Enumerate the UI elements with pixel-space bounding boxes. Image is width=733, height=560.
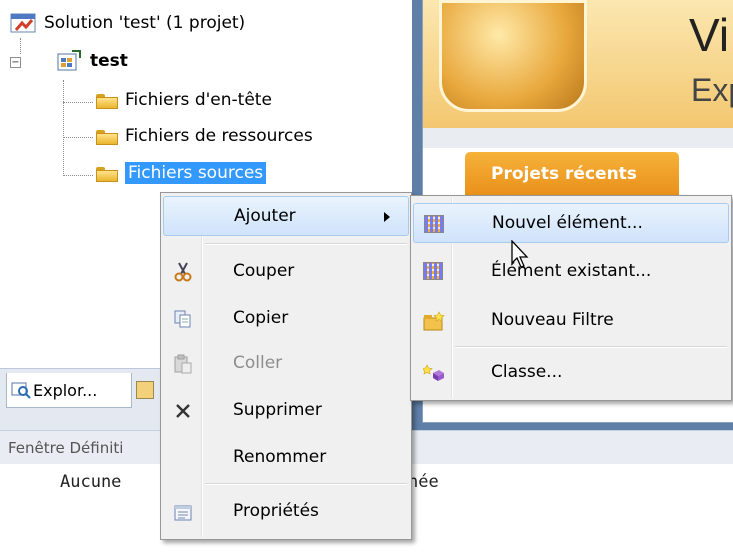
project-label: test bbox=[90, 51, 128, 71]
collapse-toggle[interactable]: − bbox=[10, 57, 21, 68]
submenu-arrow-icon bbox=[384, 212, 390, 222]
menu-item-label: Classe... bbox=[491, 362, 563, 382]
menu-item-cut[interactable]: Couper bbox=[163, 251, 409, 291]
menu-item-delete[interactable]: Supprimer bbox=[163, 390, 409, 430]
tab-solution-explorer[interactable]: Explor... bbox=[6, 373, 132, 408]
tree-solution-node[interactable]: Solution 'test' (1 projet) bbox=[10, 12, 245, 34]
copy-icon bbox=[173, 309, 193, 328]
tree-line bbox=[63, 80, 64, 176]
menu-item-label: Nouveau Filtre bbox=[491, 310, 614, 330]
visual-studio-logo bbox=[439, 0, 587, 112]
menu-item-add[interactable]: Ajouter bbox=[163, 196, 409, 236]
folder-icon bbox=[96, 92, 118, 109]
submenu-item-new-item[interactable]: Nouvel élément... bbox=[413, 203, 729, 243]
tree-folder-header-files[interactable]: Fichiers d'en-tête bbox=[96, 90, 272, 110]
new-item-icon bbox=[424, 215, 444, 233]
menu-item-label: Nouvel élément... bbox=[492, 213, 643, 233]
menu-separator bbox=[205, 483, 407, 485]
class-view-tab-icon[interactable] bbox=[136, 381, 154, 399]
menu-item-label: Propriétés bbox=[233, 501, 319, 521]
tree-line bbox=[63, 102, 93, 103]
scissors-icon bbox=[173, 262, 193, 282]
class-icon bbox=[421, 363, 444, 381]
recent-projects-tab[interactable]: Projets récents bbox=[465, 152, 679, 196]
menu-item-label: Copier bbox=[233, 308, 289, 328]
menu-item-paste[interactable]: Coller bbox=[163, 343, 409, 383]
start-page-band bbox=[423, 128, 733, 148]
menu-separator bbox=[205, 243, 407, 245]
submenu-item-existing-item[interactable]: Élément existant... bbox=[413, 251, 729, 291]
paste-icon bbox=[173, 354, 193, 374]
menu-item-label: Supprimer bbox=[233, 400, 322, 420]
menu-separator bbox=[455, 346, 727, 348]
product-title: Vi bbox=[689, 9, 730, 61]
submenu-item-class[interactable]: Classe... bbox=[413, 352, 729, 392]
new-filter-icon bbox=[423, 311, 445, 331]
folder-icon bbox=[96, 128, 118, 145]
existing-item-icon bbox=[423, 262, 443, 280]
menu-item-label: Ajouter bbox=[234, 206, 296, 226]
solution-explorer-icon bbox=[11, 381, 31, 399]
folder-label: Fichiers d'en-tête bbox=[125, 90, 272, 110]
solution-label: Solution 'test' (1 projet) bbox=[44, 13, 246, 33]
tree-folder-source-files[interactable]: Fichiers sources bbox=[96, 162, 267, 184]
menu-item-label: Coller bbox=[233, 353, 283, 373]
product-edition: Exp bbox=[691, 72, 733, 108]
menu-item-rename[interactable]: Renommer bbox=[163, 437, 409, 477]
start-page-banner: Vi Exp bbox=[423, 0, 733, 128]
folder-icon bbox=[96, 165, 118, 182]
definition-window-title-text: Fenêtre Définiti bbox=[8, 438, 124, 457]
tree-project-node[interactable]: test bbox=[56, 50, 128, 72]
menu-item-label: Renommer bbox=[233, 447, 327, 467]
tree-line bbox=[63, 137, 93, 138]
properties-icon bbox=[173, 502, 193, 521]
project-icon bbox=[56, 50, 82, 72]
folder-label: Fichiers de ressources bbox=[125, 126, 313, 146]
menu-item-label: Couper bbox=[233, 261, 295, 281]
menu-item-copy[interactable]: Copier bbox=[163, 298, 409, 338]
tree-line bbox=[20, 38, 21, 54]
tree-folder-resource-files[interactable]: Fichiers de ressources bbox=[96, 126, 313, 146]
add-submenu: Nouvel élément... Élément existant... No… bbox=[410, 195, 732, 401]
tree-line bbox=[63, 175, 93, 176]
menu-item-properties[interactable]: Propriétés bbox=[163, 491, 409, 531]
context-menu: Ajouter Couper Copier Coller Supprimer R… bbox=[160, 192, 412, 540]
submenu-item-new-filter[interactable]: Nouveau Filtre bbox=[413, 300, 729, 340]
delete-icon bbox=[173, 401, 193, 419]
tab-label: Explor... bbox=[33, 380, 98, 400]
solution-icon bbox=[10, 12, 38, 34]
folder-label-selected: Fichiers sources bbox=[125, 162, 267, 184]
